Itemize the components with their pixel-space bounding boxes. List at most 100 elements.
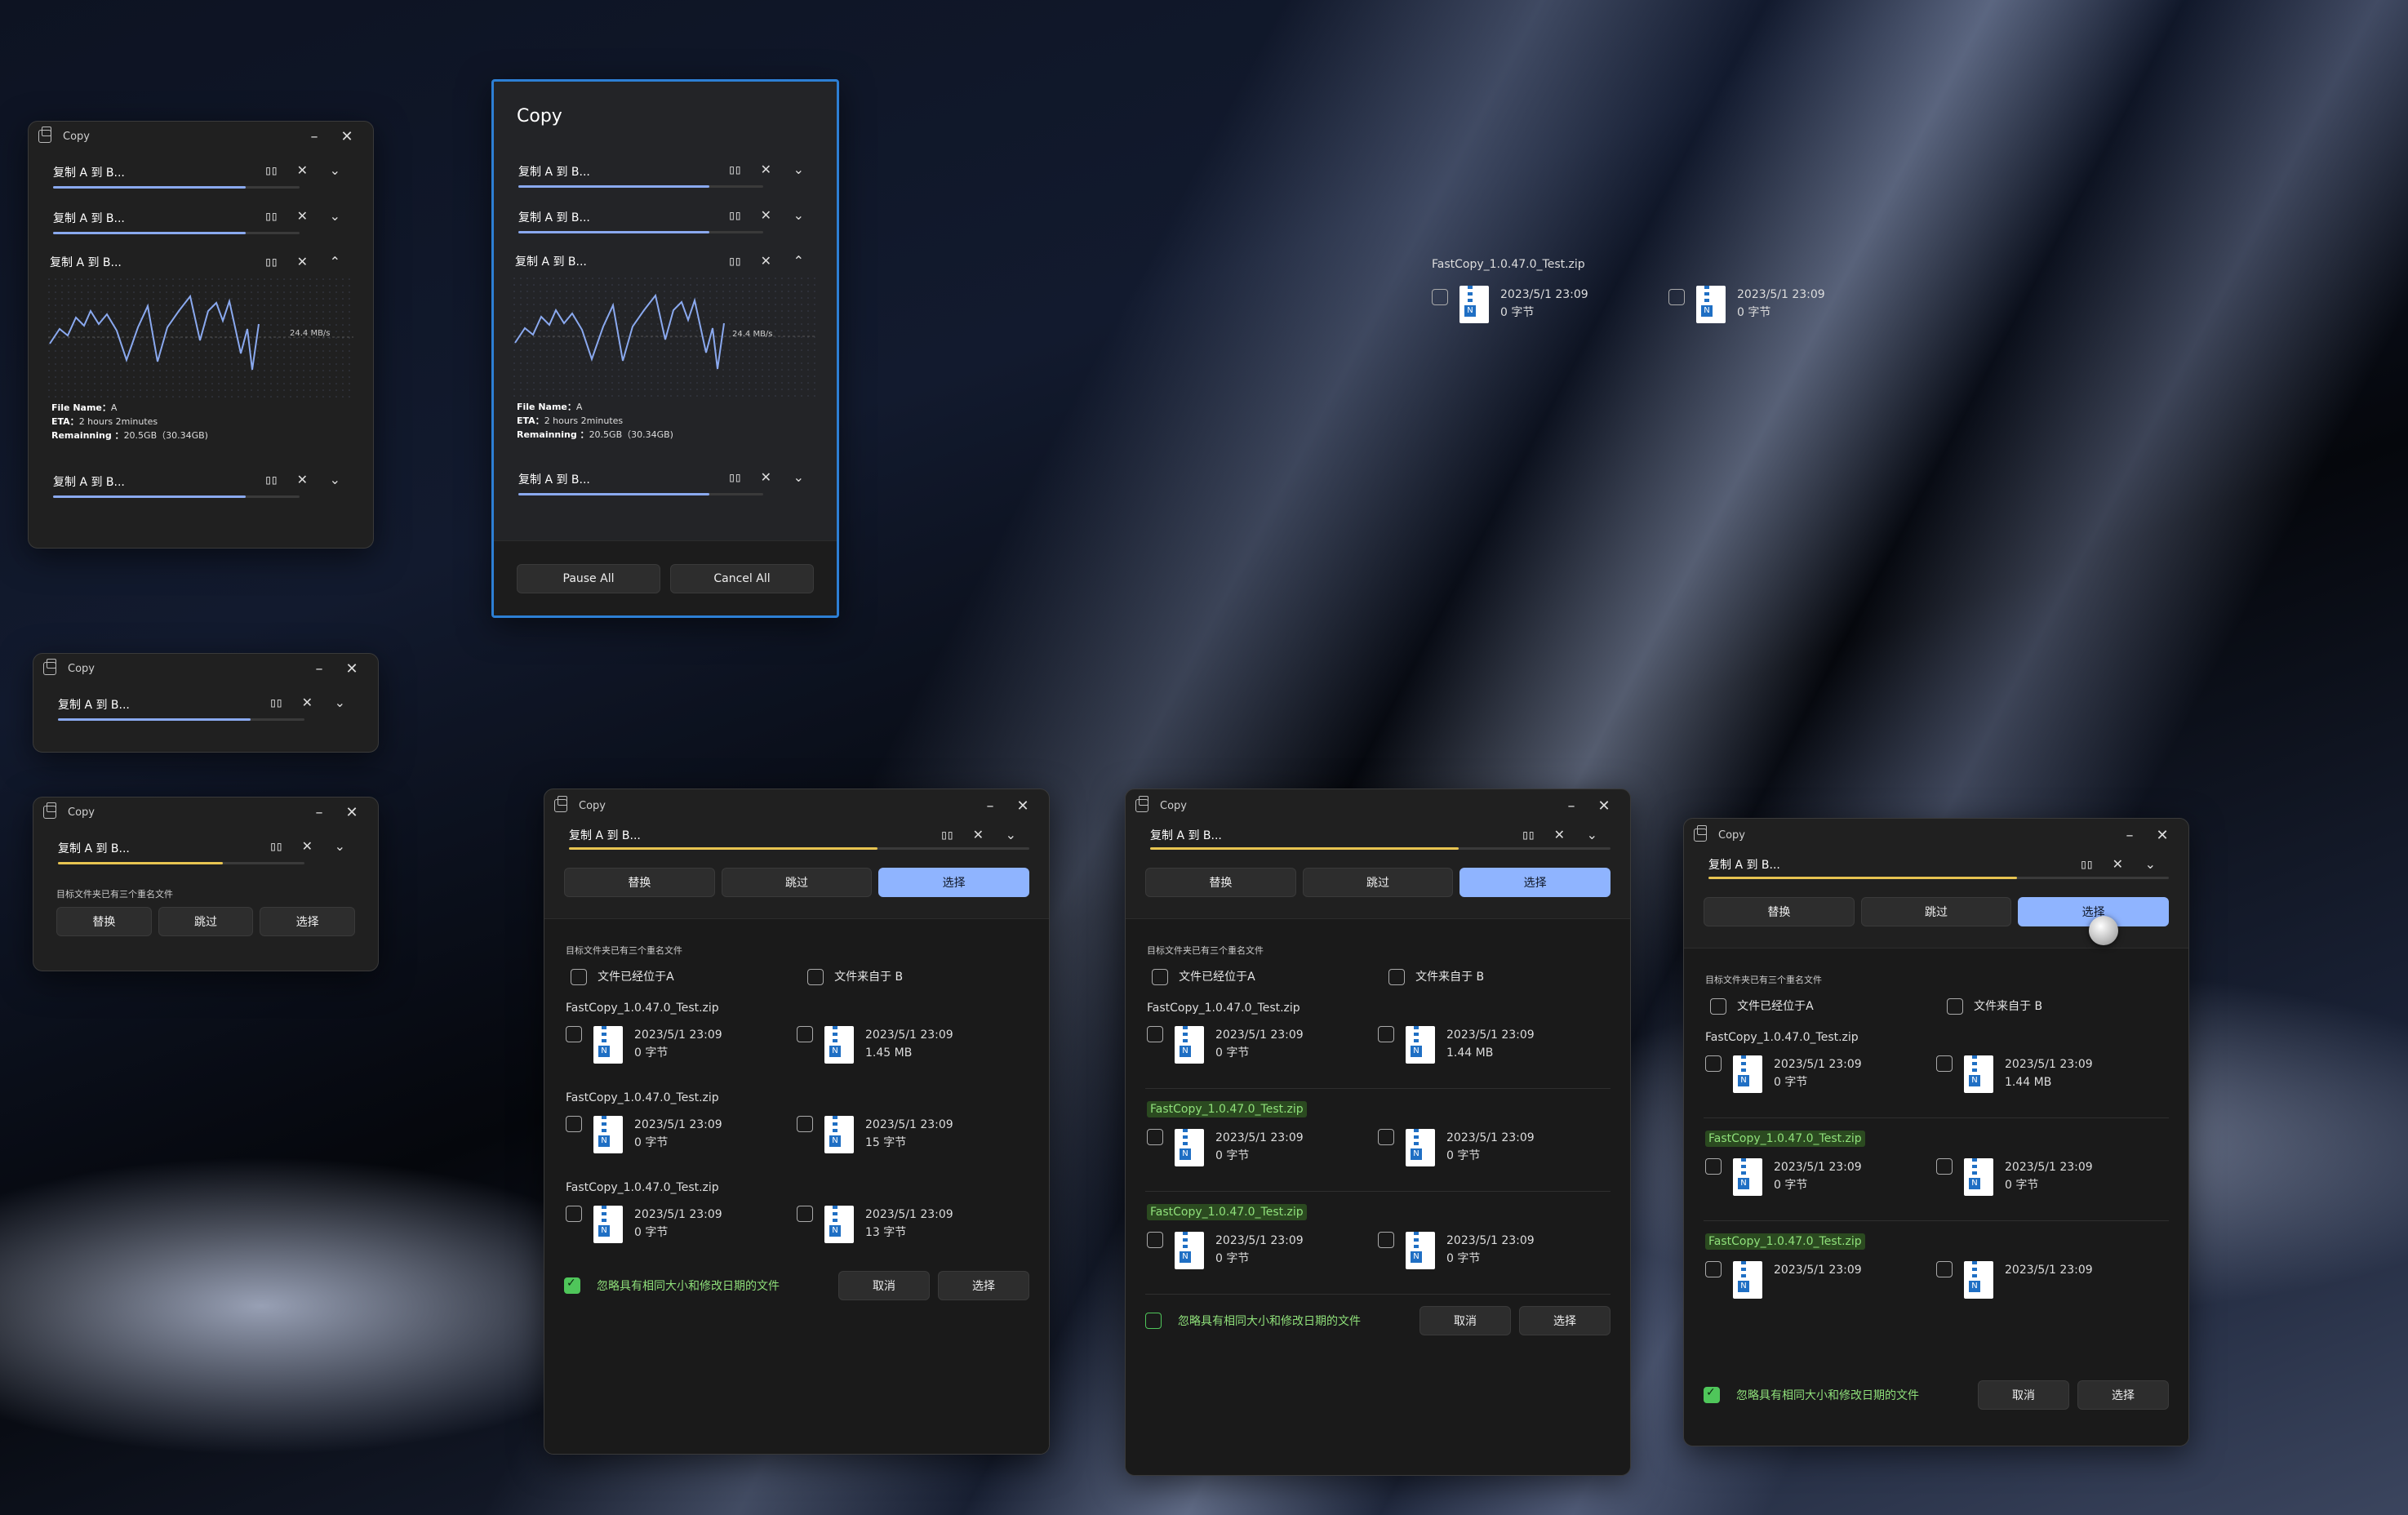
file-a-checkbox[interactable] [566, 1025, 582, 1042]
file-b-checkbox[interactable] [1668, 289, 1685, 305]
minimize-button[interactable]: – [1555, 797, 1588, 815]
pause-icon[interactable]: ▯▯ [940, 827, 954, 842]
close-window-button[interactable]: ✕ [335, 804, 368, 821]
choose-button[interactable]: 选择 [1459, 868, 1611, 897]
select-all-b-checkbox[interactable] [1947, 997, 1963, 1015]
ignore-same-checkbox[interactable] [1704, 1386, 1720, 1403]
close-window-button[interactable]: ✕ [1006, 797, 1039, 815]
select-all-b-checkbox[interactable] [1388, 968, 1405, 985]
pause-icon[interactable]: ▯▯ [728, 253, 742, 269]
chevron-down-icon[interactable]: ⌄ [335, 838, 345, 854]
chevron-down-icon[interactable]: ⌄ [330, 472, 340, 487]
skip-button[interactable]: 跳过 [721, 868, 873, 897]
skip-button[interactable]: 跳过 [158, 907, 254, 936]
choose-button[interactable]: 选择 [260, 907, 356, 936]
file-a-checkbox[interactable] [566, 1205, 582, 1222]
close-window-button[interactable]: ✕ [335, 660, 368, 678]
title-bar[interactable]: Copy – ✕ [29, 122, 373, 151]
file-a-checkbox[interactable] [1705, 1055, 1722, 1072]
pause-icon[interactable]: ▯▯ [1522, 827, 1535, 842]
file-a-checkbox[interactable] [1147, 1231, 1163, 1248]
chevron-down-icon[interactable]: ⌄ [1006, 827, 1016, 842]
cancel-task-icon[interactable]: ✕ [2113, 856, 2123, 872]
cancel-task-icon[interactable]: ✕ [297, 162, 308, 178]
title-bar[interactable]: Copy – ✕ [1126, 789, 1630, 822]
cancel-button[interactable]: 取消 [838, 1270, 930, 1300]
chevron-down-icon[interactable]: ⌄ [793, 469, 804, 485]
pause-icon[interactable]: ▯▯ [728, 162, 742, 177]
chevron-down-icon[interactable]: ⌄ [793, 162, 804, 177]
chevron-down-icon[interactable]: ⌄ [330, 162, 340, 178]
chevron-up-icon[interactable]: ⌃ [793, 253, 804, 269]
replace-button[interactable]: 替换 [1704, 897, 1855, 926]
file-a-checkbox[interactable] [566, 1115, 582, 1132]
file-a-checkbox[interactable] [1705, 1157, 1722, 1175]
cancel-task-icon[interactable]: ✕ [1554, 827, 1565, 842]
skip-button[interactable]: 跳过 [1302, 868, 1454, 897]
title-bar[interactable]: Copy – ✕ [33, 797, 378, 827]
pause-icon[interactable]: ▯▯ [264, 162, 278, 178]
cancel-task-icon[interactable]: ✕ [297, 472, 308, 487]
file-b-checkbox[interactable] [797, 1205, 813, 1222]
pause-icon[interactable]: ▯▯ [728, 207, 742, 223]
file-b-checkbox[interactable] [1936, 1157, 1953, 1175]
file-b-checkbox[interactable] [1936, 1055, 1953, 1072]
cancel-task-icon[interactable]: ✕ [302, 838, 313, 854]
chevron-down-icon[interactable]: ⌄ [330, 208, 340, 224]
select-button[interactable]: 选择 [938, 1270, 1029, 1300]
pause-icon[interactable]: ▯▯ [269, 838, 283, 854]
file-b-checkbox[interactable] [1378, 1128, 1394, 1145]
pause-icon[interactable]: ▯▯ [728, 469, 742, 485]
file-a-checkbox[interactable] [1705, 1260, 1722, 1277]
cancel-button[interactable]: 取消 [1978, 1379, 2069, 1410]
pause-icon[interactable]: ▯▯ [269, 695, 283, 710]
minimize-button[interactable]: – [974, 797, 1006, 815]
file-a-checkbox[interactable] [1147, 1025, 1163, 1042]
replace-button[interactable]: 替换 [1145, 868, 1296, 897]
select-all-b-checkbox[interactable] [807, 968, 824, 985]
file-b-checkbox[interactable] [797, 1115, 813, 1132]
close-window-button[interactable]: ✕ [331, 128, 363, 145]
pause-icon[interactable]: ▯▯ [2080, 856, 2094, 872]
close-window-button[interactable]: ✕ [2146, 827, 2179, 844]
skip-button[interactable]: 跳过 [1860, 897, 2012, 926]
select-all-a-checkbox[interactable] [1152, 968, 1168, 985]
cancel-button[interactable]: 取消 [1419, 1305, 1511, 1335]
title-bar[interactable]: Copy – ✕ [1684, 819, 2188, 851]
chevron-down-icon[interactable]: ⌄ [335, 695, 345, 710]
cancel-task-icon[interactable]: ✕ [761, 207, 771, 223]
cancel-task-icon[interactable]: ✕ [761, 162, 771, 177]
chevron-up-icon[interactable]: ⌃ [330, 254, 340, 269]
replace-button[interactable]: 替换 [56, 907, 152, 936]
cancel-all-button[interactable]: Cancel All [670, 563, 814, 593]
minimize-button[interactable]: – [303, 804, 335, 821]
file-b-checkbox[interactable] [797, 1025, 813, 1042]
cancel-task-icon[interactable]: ✕ [297, 254, 308, 269]
select-all-a-checkbox[interactable] [571, 968, 587, 985]
file-b-checkbox[interactable] [1378, 1231, 1394, 1248]
minimize-button[interactable]: – [303, 660, 335, 678]
minimize-button[interactable]: – [2113, 827, 2146, 844]
pause-all-button[interactable]: Pause All [517, 563, 660, 593]
chevron-down-icon[interactable]: ⌄ [2145, 856, 2156, 872]
chevron-down-icon[interactable]: ⌄ [1587, 827, 1597, 842]
file-b-checkbox[interactable] [1378, 1025, 1394, 1042]
file-b-checkbox[interactable] [1936, 1260, 1953, 1277]
cancel-task-icon[interactable]: ✕ [973, 827, 984, 842]
cancel-task-icon[interactable]: ✕ [297, 208, 308, 224]
minimize-button[interactable]: – [298, 128, 331, 145]
scroll-viewport[interactable]: FastCopy_1.0.47.0_Test.zip 2023/5/1 23:0… [1684, 1031, 2188, 1369]
select-button[interactable]: 选择 [2077, 1379, 2169, 1410]
ignore-same-checkbox[interactable] [1145, 1312, 1162, 1329]
select-button[interactable]: 选择 [1519, 1305, 1611, 1335]
chevron-down-icon[interactable]: ⌄ [793, 207, 804, 223]
pause-icon[interactable]: ▯▯ [264, 208, 278, 224]
pause-icon[interactable]: ▯▯ [264, 254, 278, 269]
select-all-a-checkbox[interactable] [1710, 997, 1726, 1015]
title-bar[interactable]: Copy – ✕ [33, 654, 378, 683]
close-window-button[interactable]: ✕ [1588, 797, 1620, 815]
cancel-task-icon[interactable]: ✕ [761, 469, 771, 485]
pause-icon[interactable]: ▯▯ [264, 472, 278, 487]
cancel-task-icon[interactable]: ✕ [302, 695, 313, 710]
cancel-task-icon[interactable]: ✕ [761, 253, 771, 269]
